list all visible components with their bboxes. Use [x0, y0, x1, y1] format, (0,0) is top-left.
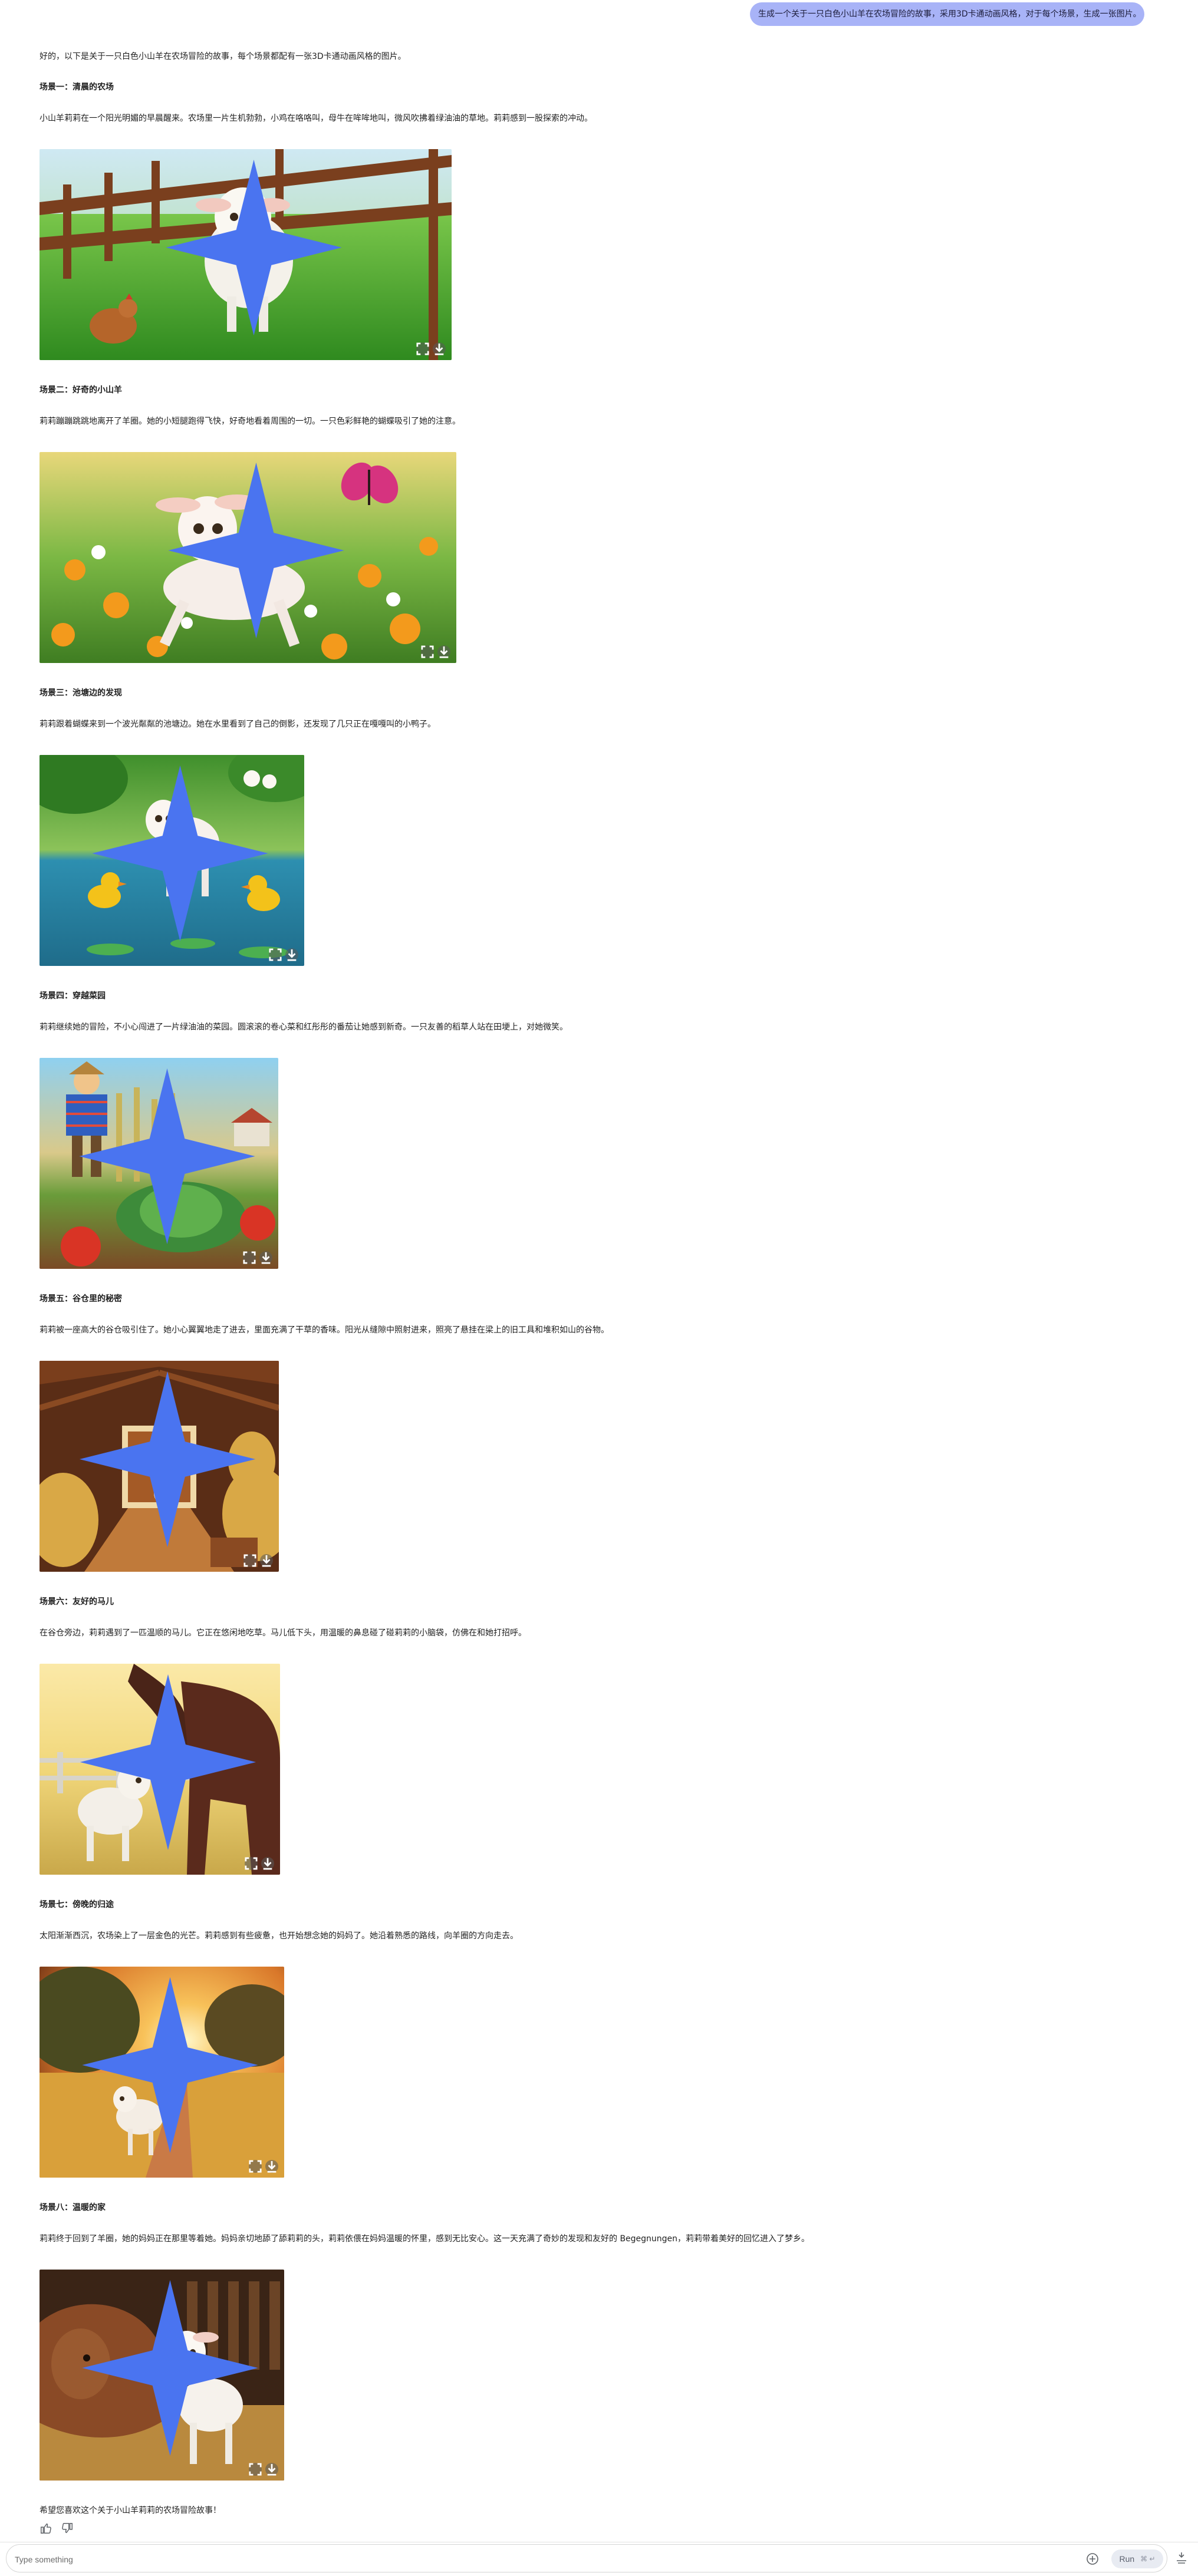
scene-7-text: 太阳渐渐西沉，农场染上了一层金色的光芒。莉莉感到有些疲惫，也开始想念她的妈妈了。…: [40, 1931, 518, 1941]
expand-icon[interactable]: [245, 1857, 258, 1870]
run-button[interactable]: Run ⌘ ↵: [1111, 2549, 1163, 2568]
sparkle-icon: [79, 1371, 256, 1548]
response-intro: 好的，以下是关于一只白色小山羊在农场冒险的故事，每个场景都配有一张3D卡通动画风…: [40, 52, 406, 61]
download-icon[interactable]: [260, 1554, 273, 1567]
expand-icon[interactable]: [249, 2463, 262, 2476]
download-icon[interactable]: [285, 948, 298, 961]
expand-icon[interactable]: [243, 1251, 256, 1264]
download-icon[interactable]: [437, 645, 450, 658]
scene-6-text: 在谷仓旁边，莉莉遇到了一匹温顺的马儿。它正在悠闲地吃草。马儿低下头，用温暖的鼻息…: [40, 1628, 526, 1638]
scene-3-title: 场景三：池塘边的发现: [40, 688, 122, 698]
add-circle-icon[interactable]: [1085, 2552, 1100, 2566]
sparkle-icon: [82, 1977, 258, 2153]
response-feedback: [40, 2522, 74, 2535]
run-label: Run: [1119, 2554, 1135, 2564]
scene-4-image[interactable]: [40, 1058, 278, 1269]
scene-8-text: 莉莉终于回到了羊圈，她的妈妈正在那里等着她。妈妈亲切地舔了舔莉莉的头，莉莉依偎在…: [40, 2234, 810, 2244]
scene-3-text: 莉莉跟着蝴蝶来到一个波光粼粼的池塘边。她在水里看到了自己的倒影，还发现了几只正在…: [40, 720, 436, 729]
scene-3-image[interactable]: [40, 755, 304, 966]
scene-5-text: 莉莉被一座高大的谷仓吸引住了。她小心翼翼地走了进去，里面充满了干草的香味。阳光从…: [40, 1325, 609, 1335]
scene-2-image[interactable]: [40, 452, 456, 663]
scene-6-image[interactable]: [40, 1664, 280, 1875]
scene-1-title: 场景一：清晨的农场: [40, 83, 114, 92]
scene-5-title: 场景五：谷仓里的秘密: [40, 1294, 122, 1304]
prompt-input[interactable]: [14, 2551, 1059, 2568]
scene-8-title: 场景八：温暖的家: [40, 2203, 106, 2212]
expand-icon[interactable]: [243, 1554, 256, 1567]
scene-4-text: 莉莉继续她的冒险，不小心闯进了一片绿油油的菜园。圆滚滚的卷心菜和红彤彤的番茄让她…: [40, 1023, 568, 1032]
response-outro: 希望您喜欢这个关于小山羊莉莉的农场冒险故事！: [40, 2506, 221, 2515]
download-icon[interactable]: [261, 1857, 274, 1870]
sparkle-icon: [80, 1674, 256, 1851]
download-icon[interactable]: [259, 1251, 272, 1264]
sparkle-icon: [79, 1068, 255, 1245]
expand-icon[interactable]: [421, 645, 434, 658]
scene-1-text: 小山羊莉莉在一个阳光明媚的早晨醒来。农场里一片生机勃勃，小鸡在咯咯叫，母牛在哞哞…: [40, 114, 593, 123]
tune-icon[interactable]: [1174, 2551, 1189, 2565]
sparkle-icon: [168, 462, 344, 639]
expand-icon[interactable]: [269, 948, 282, 961]
scene-7-title: 场景七：傍晚的归途: [40, 1900, 114, 1909]
scene-4-title: 场景四：穿越菜园: [40, 991, 106, 1001]
sparkle-icon: [166, 159, 342, 336]
scene-1-image[interactable]: [40, 149, 452, 360]
scene-5-image[interactable]: [40, 1361, 279, 1572]
scene-6-title: 场景六：友好的马儿: [40, 1597, 114, 1607]
sparkle-icon: [92, 765, 268, 942]
download-icon[interactable]: [433, 342, 446, 355]
sparkle-icon: [82, 2280, 258, 2456]
expand-icon[interactable]: [416, 342, 429, 355]
run-shortcut: ⌘ ↵: [1140, 2555, 1156, 2563]
thumb-up-icon[interactable]: [40, 2522, 52, 2535]
thumb-down-icon[interactable]: [61, 2522, 74, 2535]
user-prompt-bubble: 生成一个关于一只白色小山羊在农场冒险的故事，采用3D卡通动画风格，对于每个场景，…: [750, 2, 1144, 26]
scene-8-image[interactable]: [40, 2270, 284, 2481]
scene-7-image[interactable]: [40, 1967, 284, 2178]
scene-2-text: 莉莉蹦蹦跳跳地离开了羊圈。她的小短腿跑得飞快，好奇地看着周围的一切。一只色彩鲜艳…: [40, 417, 460, 426]
prompt-composer: Run ⌘ ↵: [6, 2544, 1167, 2572]
expand-icon[interactable]: [249, 2160, 262, 2173]
scene-2-title: 场景二：好奇的小山羊: [40, 385, 122, 395]
download-icon[interactable]: [265, 2160, 278, 2173]
download-icon[interactable]: [265, 2463, 278, 2476]
